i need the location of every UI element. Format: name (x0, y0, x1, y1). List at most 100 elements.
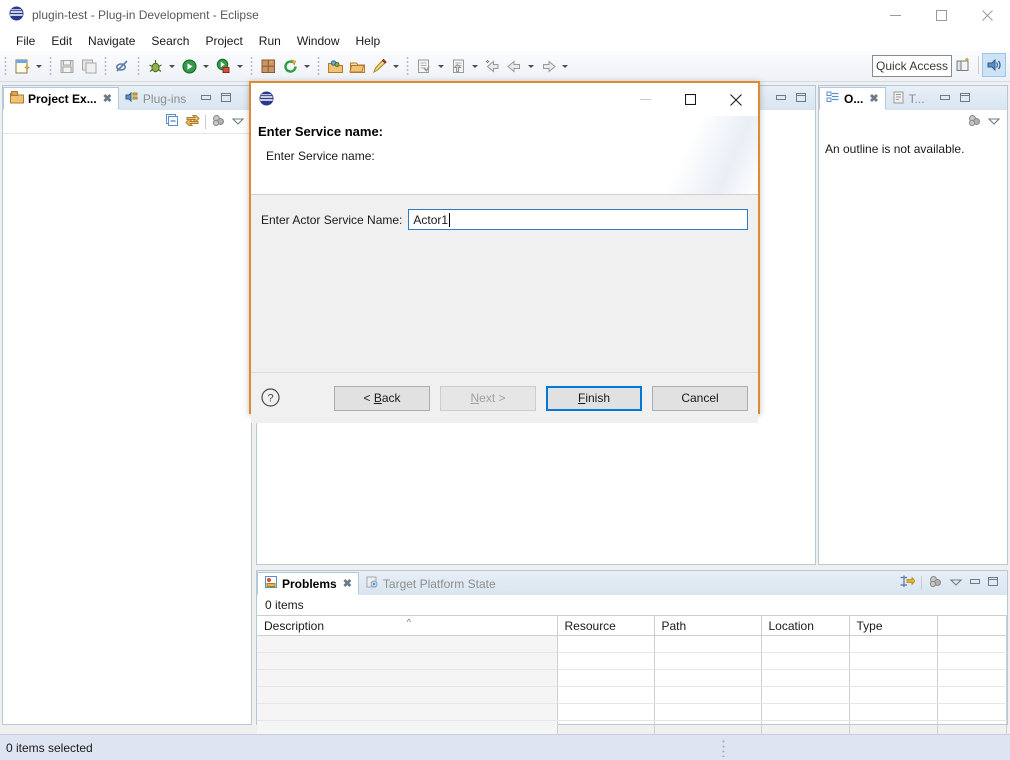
menu-navigate[interactable]: Navigate (80, 32, 143, 50)
open-type-icon[interactable] (324, 55, 346, 77)
debug-icon[interactable] (144, 55, 166, 77)
quick-access-input[interactable]: Quick Access (872, 55, 952, 77)
menu-help[interactable]: Help (348, 32, 389, 50)
new-plugin-project-icon[interactable] (257, 55, 279, 77)
task-list-icon (892, 91, 905, 107)
run-last-icon[interactable] (212, 55, 234, 77)
tab-plugins[interactable]: Plug-ins (119, 87, 192, 110)
column-header-type[interactable]: Type (849, 615, 938, 636)
plugin-development-perspective-icon[interactable] (982, 53, 1006, 77)
toolbar-grip-2[interactable] (49, 56, 52, 76)
table-row[interactable] (257, 652, 1007, 670)
menu-edit[interactable]: Edit (43, 32, 80, 50)
tab-project-explorer[interactable]: Project Ex... ✖ (3, 87, 119, 110)
maximize-icon[interactable] (918, 0, 964, 30)
finish-button[interactable]: Finish (546, 385, 642, 411)
filters-icon[interactable] (899, 574, 916, 592)
external-tools-icon[interactable] (368, 55, 390, 77)
minimize-icon[interactable] (872, 0, 918, 30)
minimize-view-icon[interactable] (775, 92, 787, 106)
link-with-editor-icon[interactable] (185, 113, 200, 131)
chevron-down-icon[interactable] (231, 115, 245, 129)
close-icon[interactable] (964, 0, 1010, 30)
tab-problems[interactable]: Problems ✖ (257, 572, 359, 595)
tab-target-platform-state-label: Target Platform State (382, 576, 496, 591)
toggle-breakpoint-icon[interactable] (111, 55, 133, 77)
toolbar-grip-7[interactable] (406, 56, 409, 76)
back-dropdown-icon[interactable] (525, 55, 537, 77)
open-perspective-icon[interactable] (951, 53, 975, 77)
collapse-all-icon[interactable] (165, 113, 180, 131)
column-header-resource[interactable]: Resource (557, 615, 655, 636)
table-row[interactable] (257, 635, 1007, 653)
back-button[interactable]: < Back (334, 385, 430, 411)
menu-run[interactable]: Run (251, 32, 289, 50)
problems-table[interactable]: ^ Description Resource Path Location Typ… (257, 615, 1007, 738)
run-last-dropdown-icon[interactable] (234, 55, 246, 77)
service-name-input[interactable]: Actor1 (408, 209, 748, 230)
table-row[interactable] (257, 703, 1007, 721)
target-platform-icon (365, 575, 379, 592)
toolbar-grip-5[interactable] (250, 56, 253, 76)
project-explorer-tree[interactable] (3, 134, 251, 724)
toolbar-grip-3[interactable] (104, 56, 107, 76)
close-icon[interactable]: ✖ (343, 577, 352, 590)
debug-dropdown-icon[interactable] (166, 55, 178, 77)
toolbar-grip-6[interactable] (317, 56, 320, 76)
new-java-package-dropdown-icon[interactable] (469, 55, 481, 77)
table-row[interactable] (257, 686, 1007, 704)
cancel-button[interactable]: Cancel (652, 385, 748, 411)
status-grip[interactable] (722, 739, 725, 757)
view-menu-icon[interactable] (928, 574, 943, 592)
menu-search[interactable]: Search (143, 32, 197, 50)
toolbar-grip[interactable] (4, 56, 7, 76)
maximize-view-icon[interactable] (220, 92, 232, 106)
view-menu-icon[interactable] (967, 113, 982, 131)
outline-panel: O... ✖ T... An outline is not available. (818, 85, 1008, 565)
maximize-view-icon[interactable] (987, 576, 999, 590)
external-tools-dropdown-icon[interactable] (390, 55, 402, 77)
close-icon[interactable]: ✖ (869, 92, 878, 105)
menu-file[interactable]: File (8, 32, 43, 50)
perspective-switcher (951, 53, 1006, 77)
new-java-class-dropdown-icon[interactable] (435, 55, 447, 77)
view-menu-icon[interactable] (211, 113, 226, 131)
maximize-view-icon[interactable] (795, 92, 807, 106)
maximize-icon[interactable] (668, 84, 713, 116)
column-header-description[interactable]: ^ Description (257, 615, 558, 636)
project-explorer-icon (10, 90, 24, 107)
tab-task-list[interactable]: T... (886, 87, 931, 110)
maximize-view-icon[interactable] (959, 92, 971, 106)
run-icon[interactable] (178, 55, 200, 77)
menu-window[interactable]: Window (289, 32, 348, 50)
window-titlebar: plugin-test - Plug-in Development - Ecli… (0, 0, 1010, 30)
toolbar-grip-4[interactable] (137, 56, 140, 76)
status-bar: 0 items selected (0, 734, 1010, 760)
chevron-down-icon[interactable] (987, 115, 1001, 129)
tab-target-platform-state[interactable]: Target Platform State (359, 572, 502, 595)
new-wizard-icon[interactable] (11, 55, 33, 77)
close-icon[interactable]: ✖ (103, 92, 112, 105)
chevron-down-icon[interactable] (949, 576, 963, 590)
column-header-location[interactable]: Location (761, 615, 850, 636)
refresh-icon[interactable] (279, 55, 301, 77)
save-all-icon (78, 55, 100, 77)
open-task-icon[interactable] (346, 55, 368, 77)
close-icon[interactable] (713, 84, 758, 116)
forward-dropdown-icon[interactable] (559, 55, 571, 77)
refresh-dropdown-icon[interactable] (301, 55, 313, 77)
tab-outline[interactable]: O... ✖ (819, 87, 886, 110)
column-header-spacer (937, 615, 1007, 636)
minimize-view-icon[interactable] (969, 576, 981, 590)
problems-table-body[interactable] (257, 635, 1007, 738)
minimize-view-icon[interactable] (200, 92, 212, 106)
text-cursor (449, 212, 451, 227)
column-header-path[interactable]: Path (654, 615, 762, 636)
menu-project[interactable]: Project (197, 32, 250, 50)
new-wizard-dropdown-icon[interactable] (33, 55, 45, 77)
service-name-field-row: Enter Actor Service Name: Actor1 (261, 209, 748, 230)
table-row[interactable] (257, 669, 1007, 687)
minimize-view-icon[interactable] (939, 92, 951, 106)
help-question-icon[interactable]: ? (261, 388, 281, 408)
run-dropdown-icon[interactable] (200, 55, 212, 77)
